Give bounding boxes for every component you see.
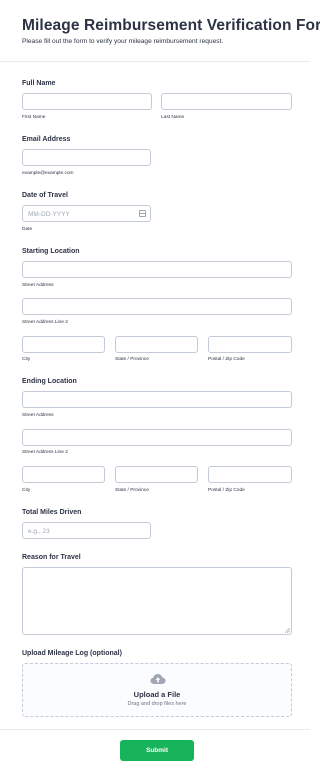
end-street-sublabel: Street Address [22, 413, 54, 418]
total-miles-placeholder: e.g., 23 [28, 527, 50, 535]
reason-label: Reason for Travel [22, 554, 81, 561]
start-street2-input[interactable] [22, 298, 292, 315]
upload-label: Upload Mileage Log (optional) [22, 650, 122, 657]
start-city-sublabel: City [22, 357, 31, 362]
total-miles-input[interactable]: e.g., 23 [22, 522, 151, 539]
starting-location-label: Starting Location [22, 248, 80, 255]
cloud-upload-icon [150, 674, 166, 684]
email-sublabel: example@example.com [22, 171, 74, 176]
start-state-input[interactable] [115, 336, 198, 353]
upload-title: Upload a File [133, 690, 181, 699]
date-placeholder: MM-DD-YYYY [28, 210, 70, 218]
date-input[interactable]: MM-DD-YYYY [22, 205, 151, 222]
email-input[interactable] [22, 149, 151, 166]
reason-textarea[interactable] [22, 567, 292, 635]
end-street2-input[interactable] [22, 429, 292, 446]
form-subtitle: Please fill out the form to verify your … [22, 38, 224, 45]
end-postal-sublabel: Postal / Zip Code [208, 488, 245, 493]
total-miles-label: Total Miles Driven [22, 509, 82, 516]
first-name-input[interactable] [22, 93, 152, 110]
date-of-travel-label: Date of Travel [22, 192, 68, 199]
end-state-input[interactable] [115, 466, 198, 483]
start-street-input[interactable] [22, 261, 292, 278]
end-street-input[interactable] [22, 391, 292, 408]
form-header: Mileage Reimbursement Verification Form … [0, 0, 320, 62]
last-name-input[interactable] [161, 93, 292, 110]
upload-subtitle: Drag and drop files here [127, 701, 187, 707]
end-city-sublabel: City [22, 488, 31, 493]
end-postal-input[interactable] [208, 466, 292, 483]
start-street2-sublabel: Street Address Line 2 [22, 320, 68, 325]
date-sublabel: Date [22, 227, 33, 232]
file-upload-dropzone[interactable]: Upload a File Drag and drop files here [22, 663, 292, 717]
start-state-sublabel: State / Province [115, 357, 149, 362]
end-city-input[interactable] [22, 466, 105, 483]
full-name-label: Full Name [22, 80, 56, 87]
start-postal-sublabel: Postal / Zip Code [208, 357, 245, 362]
submit-button[interactable]: Submit [120, 740, 194, 761]
start-city-input[interactable] [22, 336, 105, 353]
end-state-sublabel: State / Province [115, 488, 149, 493]
start-street-sublabel: Street Address [22, 283, 54, 288]
end-street2-sublabel: Street Address Line 2 [22, 450, 68, 455]
resize-handle-icon[interactable] [285, 628, 290, 633]
form-title: Mileage Reimbursement Verification Form [22, 17, 320, 34]
email-label: Email Address [22, 136, 71, 143]
calendar-icon[interactable] [139, 210, 146, 217]
first-name-sublabel: First Name [22, 115, 46, 120]
last-name-sublabel: Last Name [161, 115, 185, 120]
ending-location-label: Ending Location [22, 378, 77, 385]
start-postal-input[interactable] [208, 336, 292, 353]
